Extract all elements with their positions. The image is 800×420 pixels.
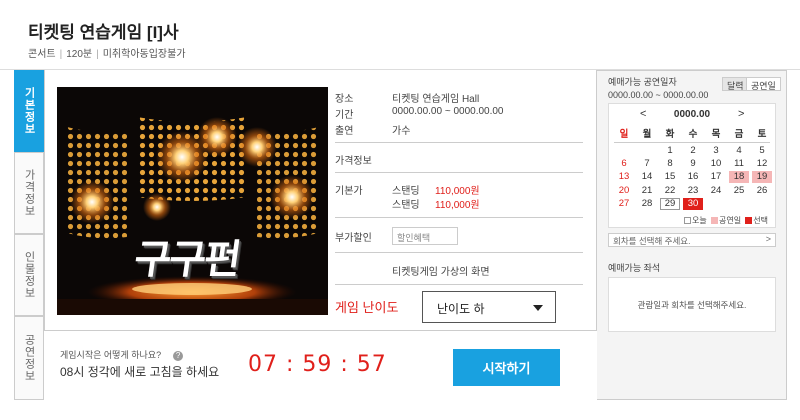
session-placeholder: 회차를 선택해 주세요. [613, 236, 691, 246]
discount-label: 부가할인 [335, 233, 372, 244]
reset-message: 08시 정각에 새로 고침을 하세요 [60, 365, 220, 379]
meta-duration: 120분 [66, 49, 93, 60]
price-seat: 스탠딩 [392, 186, 420, 197]
calendar-day[interactable]: 1 [660, 145, 680, 157]
venue-screen-text: 티켓팅게임 가상의 화면 [392, 267, 490, 278]
calendar-weekday: 월 [642, 129, 652, 140]
tab-price-info[interactable]: 가격정보 [14, 152, 44, 234]
calendar-day[interactable]: 29 [660, 197, 680, 210]
calendar-day[interactable]: 30 [683, 197, 703, 210]
page-title: 티켓팅 연습게임 [I]사 [28, 23, 179, 42]
calendar-day[interactable]: 23 [683, 185, 703, 197]
calendar-weekday: 목 [711, 129, 721, 140]
available-seats-box: 관람일과 회차를 선택해주세요. [608, 277, 776, 332]
tab-performance-info[interactable]: 공연정보 [14, 316, 44, 400]
calendar-day[interactable]: 7 [637, 158, 657, 170]
legend-today-swatch [684, 217, 691, 225]
calendar-day[interactable]: 13 [614, 171, 634, 183]
calendar-day[interactable]: 25 [729, 185, 749, 197]
calendar-day[interactable]: 22 [660, 185, 680, 197]
legend-selected-swatch [745, 217, 753, 225]
period-value: 0000.00.00 ~ 0000.00.00 [392, 106, 504, 117]
calendar-weekday: 화 [665, 129, 675, 140]
calendar-weekday: 일 [619, 129, 629, 140]
venue-value: 티켓팅 연습게임 Hall [392, 94, 480, 105]
help-icon[interactable]: ? [173, 350, 184, 361]
calendar-day[interactable]: 16 [683, 171, 703, 183]
info-divider [335, 142, 583, 143]
calendar-day[interactable]: 11 [729, 158, 749, 170]
countdown-timer: 07 : 59 : 57 [248, 352, 387, 377]
calendar-day[interactable]: 24 [706, 185, 726, 197]
meta-age-limit: 미취학아동입장불가 [102, 49, 186, 60]
calendar-day[interactable]: 3 [706, 145, 726, 157]
cast-value: 가수 [392, 126, 411, 137]
calendar-day[interactable]: 28 [637, 198, 657, 210]
calendar-day[interactable]: 27 [614, 198, 634, 210]
calendar-next-icon[interactable]: > [738, 108, 744, 120]
price-info-label: 가격정보 [335, 156, 372, 167]
tab-basic-info[interactable]: 기본정보 [14, 70, 44, 152]
info-divider [335, 252, 583, 253]
calendar-weekday: 금 [734, 129, 744, 140]
toggle-performance-day[interactable]: 공연일 [746, 77, 781, 91]
cast-label: 출연 [335, 126, 354, 137]
legend-holiday-swatch [710, 217, 718, 225]
calendar-day[interactable]: 2 [683, 145, 703, 157]
price-seat: 스탠딩 [392, 200, 420, 211]
start-button[interactable]: 시작하기 [453, 349, 560, 386]
calendar-day[interactable]: 19 [752, 171, 772, 184]
info-divider [335, 284, 583, 285]
calendar-day[interactable]: 9 [683, 158, 703, 170]
calendar-month: 0000.00 [673, 109, 711, 120]
calendar-day[interactable]: 18 [729, 171, 749, 184]
calendar-day[interactable]: 21 [637, 185, 657, 197]
tab-cast-info[interactable]: 인물정보 [14, 234, 44, 316]
event-meta: 콘서트 | 120분 | 미취학아동입장불가 [28, 49, 186, 60]
calendar-day[interactable]: 12 [752, 158, 772, 170]
calendar-day[interactable]: 6 [614, 158, 634, 170]
poster-image: 구구펀 [57, 87, 328, 315]
available-seats-title: 예매가능 좌석 [608, 263, 661, 273]
calendar-header-divider [614, 142, 770, 143]
base-price-label: 기본가 [335, 186, 363, 197]
chevron-down-icon [533, 305, 543, 311]
available-dates-title: 예매가능 공연일자 [608, 77, 677, 87]
calendar-weekday: 수 [688, 129, 698, 140]
calendar-day[interactable]: 10 [706, 158, 726, 170]
calendar-day[interactable]: 8 [660, 158, 680, 170]
chevron-right-icon: > [765, 234, 771, 244]
calendar-legend: 오늘 공연일 선택 [684, 215, 768, 226]
howto-text: 게임시작은 어떻게 하나요?? [60, 348, 184, 361]
poster-logo-text: 구구펀 [131, 237, 243, 283]
toggle-calendar[interactable]: 달력 [722, 77, 749, 91]
venue-label: 장소 [335, 94, 354, 105]
price-amount: 110,000원 [435, 200, 480, 211]
calendar-day[interactable]: 26 [752, 185, 772, 197]
difficulty-label: 게임 난이도 [335, 300, 399, 315]
meta-genre: 콘서트 [28, 49, 56, 60]
calendar-day[interactable]: 4 [729, 145, 749, 157]
price-amount: 110,000원 [435, 186, 480, 197]
info-divider [335, 172, 583, 173]
calendar-day[interactable]: 5 [752, 145, 772, 157]
calendar-day[interactable]: 15 [660, 171, 680, 183]
discount-select[interactable]: 할인혜택 [392, 227, 458, 245]
available-dates-range: 0000.00.00 ~ 0000.00.00 [608, 90, 709, 100]
page-header: 티켓팅 연습게임 [I]사 콘서트 | 120분 | 미취학아동입장불가 [0, 0, 800, 70]
difficulty-select[interactable]: 난이도 하 [422, 291, 556, 323]
info-divider [335, 217, 583, 218]
difficulty-value: 난이도 하 [437, 302, 485, 316]
calendar-day[interactable]: 14 [637, 171, 657, 183]
calendar-weekday: 토 [757, 129, 767, 140]
session-select[interactable]: 회차를 선택해 주세요. > [608, 233, 776, 247]
calendar-day[interactable]: 20 [614, 185, 634, 197]
calendar-day[interactable]: 17 [706, 171, 726, 183]
vertical-tabs: 기본정보 가격정보 인물정보 공연정보 [14, 70, 44, 400]
period-label: 기간 [335, 110, 354, 121]
